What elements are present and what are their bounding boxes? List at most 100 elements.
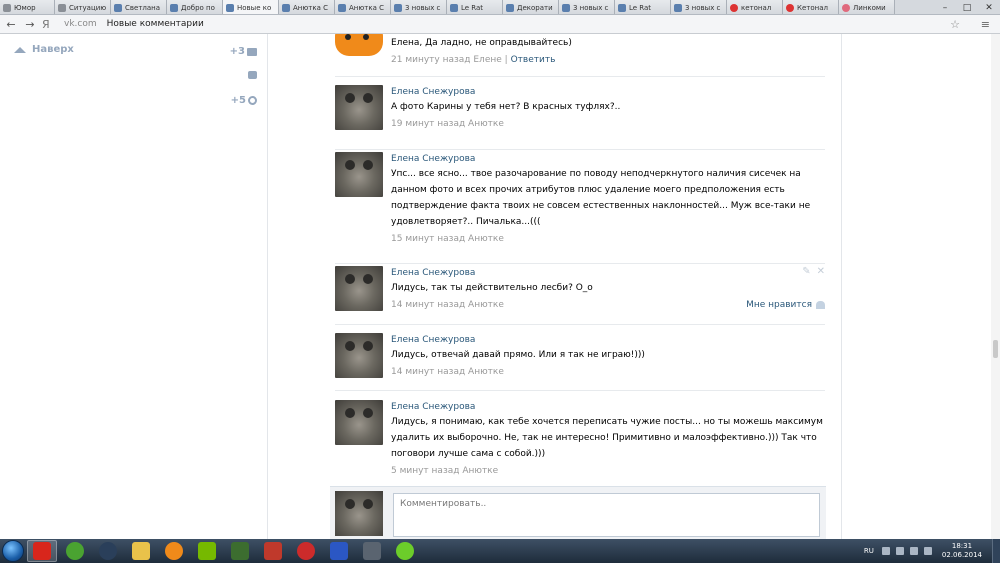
- comment-author[interactable]: Елена Снежурова: [391, 333, 825, 347]
- arrow-right-icon[interactable]: →: [22, 16, 38, 32]
- tray-battery-icon[interactable]: [923, 547, 932, 555]
- folder-icon: [132, 542, 150, 560]
- comment-text: Упс... все ясно... твое разочарование по…: [391, 169, 811, 227]
- tray-volume-icon[interactable]: [909, 547, 918, 555]
- comment-author[interactable]: Елена Снежурова: [391, 266, 825, 280]
- vk-favicon-icon: [170, 3, 178, 12]
- maximize-icon[interactable]: □: [956, 0, 978, 14]
- comment-time[interactable]: 5 минут назад Анютке: [391, 462, 825, 480]
- browser-tab[interactable]: Декорати: [503, 0, 559, 14]
- like-label: Мне нравится: [746, 300, 812, 310]
- flower-icon: [396, 542, 414, 560]
- user-avatar[interactable]: [335, 85, 383, 130]
- comment-text: Лидусь, отвечай давай прямо. Или я так н…: [391, 350, 645, 360]
- browser-tab-active[interactable]: Новые ко: [223, 0, 279, 14]
- browser-tab[interactable]: Линкоми: [839, 0, 895, 14]
- comment-time[interactable]: 14 минут назад Анютке: [391, 363, 825, 381]
- menu-icon[interactable]: ≡: [981, 18, 990, 31]
- comment-author[interactable]: Елена Снежурова: [391, 85, 825, 99]
- language-indicator[interactable]: RU: [864, 547, 874, 555]
- taskbar-app-explorer[interactable]: [126, 540, 156, 562]
- like-button[interactable]: Мне нравится: [746, 300, 825, 310]
- taskbar-app-utorrent[interactable]: [60, 540, 90, 562]
- pencil-icon[interactable]: ✎: [802, 266, 810, 277]
- tray-network-icon[interactable]: [895, 547, 904, 555]
- browser-tab[interactable]: Ситуацию: [55, 0, 111, 14]
- user-avatar[interactable]: [335, 152, 383, 197]
- browser-tab[interactable]: 3 новых с: [391, 0, 447, 14]
- fox-avatar[interactable]: [335, 34, 383, 56]
- bookmark-star-icon[interactable]: ☆: [950, 18, 960, 31]
- utorrent-icon: [66, 542, 84, 560]
- window-controls: – □ ✕: [934, 0, 1000, 14]
- browser-tab[interactable]: Светлана: [111, 0, 167, 14]
- user-avatar[interactable]: [335, 266, 383, 311]
- messages-counter[interactable]: [246, 71, 257, 79]
- taskbar-app-nvidia[interactable]: [192, 540, 222, 562]
- scrollbar-thumb[interactable]: [993, 340, 998, 358]
- comment-time[interactable]: 21 минуту назад Елене: [391, 55, 502, 65]
- comment-author[interactable]: Елена Снежурова: [391, 152, 825, 166]
- close-icon[interactable]: ✕: [817, 266, 825, 277]
- settings-counter[interactable]: +5: [231, 95, 257, 106]
- vk-favicon-icon: [394, 3, 402, 12]
- taskbar-app-yandex-browser[interactable]: [27, 540, 57, 562]
- my-avatar[interactable]: [335, 491, 383, 536]
- scroll-to-top-button[interactable]: Наверх: [14, 44, 74, 55]
- comment: Елена, Да ладно, не оправдывайтесь) 21 м…: [335, 34, 825, 77]
- taskbar-app-avast[interactable]: [159, 540, 189, 562]
- tray-flag-icon[interactable]: [881, 547, 890, 555]
- comment-time[interactable]: 15 минут назад Анютке: [391, 230, 825, 248]
- yandex-button[interactable]: Я: [42, 18, 56, 31]
- comment-composer: [330, 486, 826, 539]
- comment-text: Елена, Да ладно, не оправдывайтесь): [391, 38, 572, 48]
- browser-tab[interactable]: Кетонал: [783, 0, 839, 14]
- close-icon[interactable]: ✕: [978, 0, 1000, 14]
- taskbar-app-calculator[interactable]: [324, 540, 354, 562]
- opera-icon: [297, 542, 315, 560]
- user-avatar[interactable]: [335, 333, 383, 378]
- minimize-icon[interactable]: –: [934, 0, 956, 14]
- browser-tab[interactable]: Le Rat: [447, 0, 503, 14]
- vk-favicon-icon: [338, 3, 346, 12]
- comment-input[interactable]: [393, 493, 820, 537]
- mail-counter[interactable]: +3: [230, 46, 257, 57]
- browser-tab[interactable]: 3 новых с: [559, 0, 615, 14]
- start-button[interactable]: [2, 540, 24, 562]
- vk-favicon-icon: [562, 3, 570, 12]
- comment-time[interactable]: 19 минут назад Анютке: [391, 115, 825, 133]
- skyrim-icon: [363, 542, 381, 560]
- browser-tab[interactable]: Юмор: [0, 0, 55, 14]
- taskbar-app-skyrim[interactable]: [357, 540, 387, 562]
- page-scrollbar[interactable]: [991, 34, 1000, 539]
- browser-tab[interactable]: Анютка С: [279, 0, 335, 14]
- avast-icon: [165, 542, 183, 560]
- browser-tab[interactable]: Добро по: [167, 0, 223, 14]
- yandex-browser-icon: [33, 542, 51, 560]
- arrow-up-icon: [14, 46, 26, 53]
- show-desktop-button[interactable]: [992, 539, 1000, 563]
- app-99-icon: [231, 542, 249, 560]
- reply-link[interactable]: Ответить: [511, 55, 556, 65]
- taskbar-app-icq[interactable]: [390, 540, 420, 562]
- browser-tab[interactable]: Анютка С: [335, 0, 391, 14]
- vk-favicon-icon: [450, 3, 458, 12]
- taskbar-app-99[interactable]: [225, 540, 255, 562]
- comment-author[interactable]: Елена Снежурова: [391, 400, 825, 414]
- user-avatar[interactable]: [335, 400, 383, 445]
- taskbar-app-media-player[interactable]: [258, 540, 288, 562]
- taskbar-app-steam[interactable]: [93, 540, 123, 562]
- browser-tab[interactable]: кетонал: [727, 0, 783, 14]
- browser-tab[interactable]: 3 новых с: [671, 0, 727, 14]
- clock[interactable]: 18:31 02.06.2014: [942, 542, 982, 560]
- arrow-left-icon[interactable]: ←: [3, 16, 19, 32]
- taskbar-app-opera[interactable]: [291, 540, 321, 562]
- divider: [335, 390, 825, 391]
- nvidia-icon: [198, 542, 216, 560]
- comment-text: А фото Карины у тебя нет? В красных туфл…: [391, 102, 621, 112]
- settings-counter-label: +5: [230, 95, 246, 106]
- url-text[interactable]: vk.com: [64, 19, 97, 29]
- page: Наверх +3 +5 Елена, Да ладно, не оправды…: [0, 34, 1000, 539]
- vk-favicon-icon: [674, 3, 682, 12]
- browser-tab[interactable]: Le Rat: [615, 0, 671, 14]
